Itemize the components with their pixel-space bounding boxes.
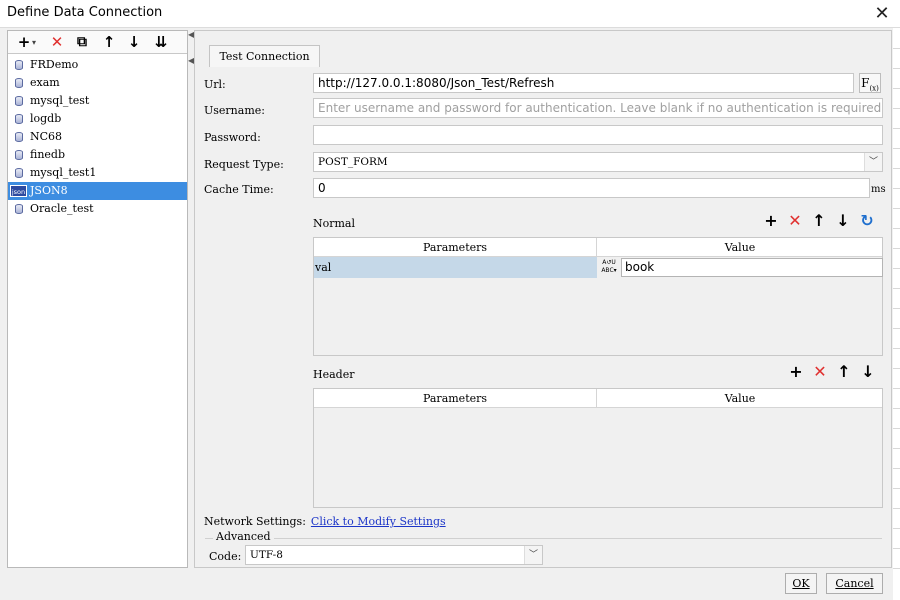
- password-input[interactable]: [313, 125, 883, 145]
- move-down-icon[interactable]: ↓: [124, 33, 144, 52]
- column-header-parameters: Parameters: [314, 389, 597, 408]
- url-label: Url:: [204, 78, 226, 91]
- parameter-value-input[interactable]: book: [621, 258, 883, 277]
- parameter-name-cell[interactable]: val: [314, 257, 597, 278]
- tree-item[interactable]: exam: [8, 74, 187, 92]
- move-up-icon[interactable]: ↑: [99, 33, 119, 52]
- window-title: Define Data Connection: [7, 5, 163, 20]
- database-icon: [15, 204, 23, 214]
- delete-icon[interactable]: ✕: [808, 362, 832, 381]
- cache-time-unit: ms: [871, 184, 886, 195]
- cache-time-input[interactable]: 0: [313, 178, 870, 198]
- test-connection-button[interactable]: Test Connection: [209, 45, 320, 67]
- code-select[interactable]: UTF-8 ﹀: [245, 545, 543, 565]
- advanced-section-label: Advanced: [213, 530, 274, 543]
- column-header-parameters: Parameters: [314, 238, 597, 257]
- close-icon[interactable]: ✕: [864, 0, 900, 28]
- ok-button[interactable]: OK: [785, 573, 817, 594]
- copy-connection-icon[interactable]: ⧉: [72, 33, 92, 52]
- advanced-divider: [205, 538, 882, 539]
- database-icon: [15, 168, 23, 178]
- code-label: Code:: [209, 550, 242, 563]
- value-type-icon[interactable]: A↺U ABC▾: [598, 257, 620, 278]
- column-header-value: Value: [724, 392, 756, 405]
- normal-parameters-table: Parameters Value val A↺U ABC▾ book: [313, 237, 883, 356]
- formula-button[interactable]: F(x): [859, 73, 881, 93]
- network-settings-label: Network Settings:: [204, 515, 306, 528]
- tree-item[interactable]: Oracle_test: [8, 200, 187, 218]
- request-type-label: Request Type:: [204, 158, 284, 171]
- connection-toolbar: + ▾ ✕ ⧉ ↑ ↓ ⇊: [8, 31, 187, 54]
- arrow-down-icon[interactable]: ↓: [831, 211, 855, 230]
- cancel-button[interactable]: Cancel: [826, 573, 883, 594]
- tree-item[interactable]: mysql_test: [8, 92, 187, 110]
- sort-icon[interactable]: ⇊: [151, 33, 171, 52]
- header-section-label: Header: [313, 368, 355, 381]
- tree-item[interactable]: NC68: [8, 128, 187, 146]
- tree-item-selected[interactable]: json JSON8: [8, 182, 187, 200]
- delete-icon[interactable]: ✕: [783, 211, 807, 230]
- cache-time-label: Cache Time:: [204, 183, 274, 196]
- arrow-up-icon[interactable]: ↑: [807, 211, 831, 230]
- normal-section-label: Normal: [313, 217, 356, 230]
- add-dropdown-caret-icon[interactable]: ▾: [29, 33, 39, 52]
- database-icon: [15, 114, 23, 124]
- modify-settings-link[interactable]: Click to Modify Settings: [311, 515, 446, 528]
- request-type-select[interactable]: POST_FORM ﹀: [313, 152, 883, 172]
- tree-item[interactable]: mysql_test1: [8, 164, 187, 182]
- column-header-value: Value: [724, 241, 756, 254]
- database-icon: [15, 96, 23, 106]
- url-input[interactable]: http://127.0.0.1:8080/Json_Test/Refresh: [313, 73, 854, 93]
- title-bar: Define Data Connection ✕: [0, 0, 900, 28]
- table-header: Parameters Value: [314, 389, 882, 408]
- username-label: Username:: [204, 104, 265, 117]
- database-icon: [15, 60, 23, 70]
- connection-list-panel: + ▾ ✕ ⧉ ↑ ↓ ⇊ FRDemo exam mysql_test log…: [7, 30, 188, 568]
- tree-item[interactable]: FRDemo: [8, 56, 187, 74]
- database-icon: [15, 78, 23, 88]
- header-parameters-table: Parameters Value: [313, 388, 883, 508]
- table-row[interactable]: val A↺U ABC▾ book: [314, 257, 883, 278]
- json-icon: json: [10, 185, 27, 197]
- chevron-down-icon: ﹀: [864, 153, 882, 171]
- network-settings: Network Settings: Click to Modify Setting…: [204, 515, 446, 528]
- chevron-down-icon: ﹀: [524, 546, 542, 564]
- refresh-icon[interactable]: ↻: [855, 211, 879, 230]
- password-label: Password:: [204, 131, 261, 144]
- tree-item[interactable]: logdb: [8, 110, 187, 128]
- table-header: Parameters Value: [314, 238, 882, 257]
- add-icon[interactable]: +: [759, 211, 783, 230]
- header-toolbar: + ✕ ↑ ↓: [784, 362, 880, 381]
- background-sheet-edge: [893, 28, 900, 600]
- database-icon: [15, 132, 23, 142]
- normal-toolbar: + ✕ ↑ ↓ ↻: [759, 211, 879, 230]
- connection-settings-panel: Test Connection Url: http://127.0.0.1:80…: [194, 30, 892, 568]
- tree-item[interactable]: finedb: [8, 146, 187, 164]
- connection-tree: FRDemo exam mysql_test logdb NC68 finedb…: [8, 54, 187, 218]
- arrow-down-icon[interactable]: ↓: [856, 362, 880, 381]
- arrow-up-icon[interactable]: ↑: [832, 362, 856, 381]
- database-icon: [15, 150, 23, 160]
- delete-connection-icon[interactable]: ✕: [47, 33, 67, 52]
- username-input[interactable]: Enter username and password for authenti…: [313, 98, 883, 118]
- add-icon[interactable]: +: [784, 362, 808, 381]
